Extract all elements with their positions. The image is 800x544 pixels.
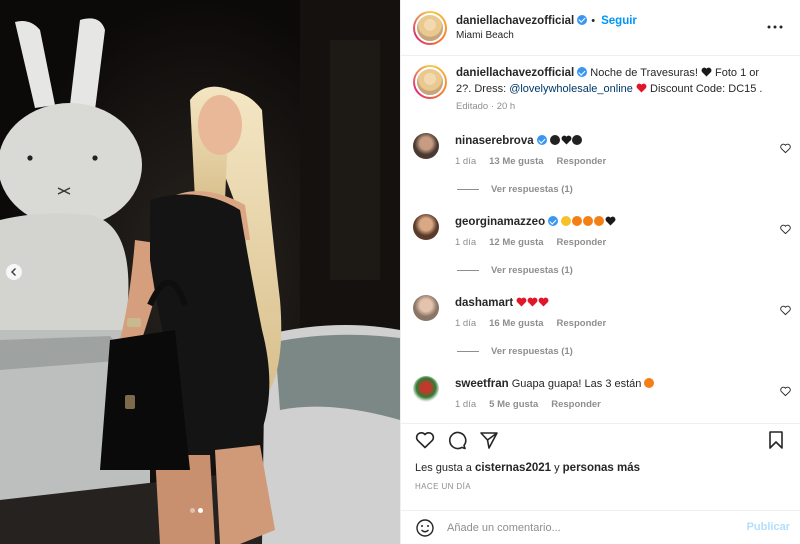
follow-button[interactable]: Seguir xyxy=(601,15,637,27)
likes-prefix: Les gusta a xyxy=(415,462,475,474)
photo-scene xyxy=(0,0,400,544)
comment-likes-count[interactable]: 12 Me gusta xyxy=(489,235,543,251)
red-heart-icon xyxy=(527,297,538,307)
commenter-username[interactable]: georginamazzeo xyxy=(455,216,545,228)
red-heart-icon xyxy=(516,297,527,307)
carousel-dot xyxy=(190,508,195,513)
smiley-icon[interactable] xyxy=(415,518,435,538)
fire-icon xyxy=(644,378,655,388)
comment-item: georginamazzeo 1 día 12 Me gusta Respond… xyxy=(413,214,793,276)
black-heart-icon xyxy=(701,67,712,77)
verified-icon xyxy=(577,67,588,77)
heart-eyes-icon xyxy=(561,216,572,226)
post-photo[interactable] xyxy=(0,0,400,544)
comment-item: sweetfran Guapa guapa! Las 3 están 1 día… xyxy=(413,376,793,413)
post-side-panel: daniellachavezofficial • Seguir Miami Beac… xyxy=(400,0,800,544)
chevron-left-icon xyxy=(10,267,17,277)
black-heart-icon xyxy=(561,135,572,145)
edited-label: Editado xyxy=(456,101,489,112)
comment-like-heart-icon[interactable] xyxy=(780,305,791,316)
prev-slide-button[interactable] xyxy=(6,264,22,280)
carousel-dot-active xyxy=(198,508,203,513)
commenter-avatar[interactable] xyxy=(413,133,439,159)
comment-item: ninaserebrova 1 día 13 Me gusta Responde… xyxy=(413,133,793,195)
caption-part: Discount Code: DC15 . xyxy=(646,83,763,95)
bookmark-icon[interactable] xyxy=(766,430,786,450)
commenter-username[interactable]: dashamart xyxy=(455,297,513,309)
fire-icon xyxy=(572,216,583,226)
comment-meta: 1 día 13 Me gusta Responder xyxy=(455,154,765,170)
commenter-username[interactable]: ninaserebrova xyxy=(455,135,534,147)
carousel-dots xyxy=(190,508,203,513)
verified-icon xyxy=(577,14,588,25)
view-replies-button[interactable]: Ver respuestas (1) xyxy=(457,346,793,357)
commenter-avatar[interactable] xyxy=(413,376,439,402)
commenter-avatar[interactable] xyxy=(413,214,439,240)
heart-icon[interactable] xyxy=(415,430,435,450)
black-heart-icon xyxy=(605,216,616,226)
comment-icon[interactable] xyxy=(447,430,467,450)
commenter-username[interactable]: sweetfran xyxy=(455,378,509,390)
caption-mention-link[interactable]: @lovelywholesale_online xyxy=(509,83,633,95)
commenter-avatar[interactable] xyxy=(413,295,439,321)
fire-icon xyxy=(583,216,594,226)
comment-input[interactable] xyxy=(447,521,737,534)
likes-others-button[interactable]: personas más xyxy=(563,462,640,474)
bomb-icon xyxy=(571,135,582,145)
caption-time: 20 h xyxy=(496,101,516,112)
comment-like-heart-icon[interactable] xyxy=(780,224,791,235)
send-icon[interactable] xyxy=(479,430,499,450)
caption-username[interactable]: daniellachavezofficial xyxy=(456,67,574,79)
bomb-icon xyxy=(549,135,560,145)
comment-likes-count[interactable]: 16 Me gusta xyxy=(489,316,543,332)
author-username[interactable]: daniellachavezofficial xyxy=(456,15,574,27)
post-actions: Les gusta a cisternas2021 y personas más… xyxy=(401,423,800,495)
post-modal: daniellachavezofficial • Seguir Miami Beac… xyxy=(0,0,800,544)
comment-like-heart-icon[interactable] xyxy=(780,386,791,397)
comment-meta: 1 día 16 Me gusta Responder xyxy=(455,316,765,332)
caption-text: daniellachavezofficial Noche de Travesur… xyxy=(456,65,776,115)
likes-mid: y xyxy=(551,462,563,474)
red-heart-icon xyxy=(538,297,549,307)
caption-part: Noche de Travesuras! xyxy=(587,67,701,79)
view-replies-label: Ver respuestas (1) xyxy=(491,265,573,276)
caption-avatar[interactable] xyxy=(413,65,447,99)
comment-like-heart-icon[interactable] xyxy=(780,143,791,154)
likes-summary: Les gusta a cisternas2021 y personas más xyxy=(415,462,640,474)
reply-button[interactable]: Responder xyxy=(557,235,607,251)
comment-likes-count[interactable]: 13 Me gusta xyxy=(489,154,543,170)
view-replies-label: Ver respuestas (1) xyxy=(491,184,573,195)
post-time: HACE UN DÍA xyxy=(415,482,471,491)
view-replies-button[interactable]: Ver respuestas (1) xyxy=(457,184,793,195)
fire-icon xyxy=(594,216,605,226)
comment-meta: 1 día 5 Me gusta Responder xyxy=(455,397,765,413)
comment-meta: 1 día 12 Me gusta Responder xyxy=(455,235,765,251)
caption-meta: Editado · 20 h xyxy=(456,101,516,112)
reply-button[interactable]: Responder xyxy=(551,397,601,413)
location-link[interactable]: Miami Beach xyxy=(456,30,637,41)
more-horizontal-icon[interactable] xyxy=(766,18,784,36)
post-header: daniellachavezofficial • Seguir Miami Beac… xyxy=(401,0,800,56)
comment-likes-count[interactable]: 5 Me gusta xyxy=(489,397,538,413)
comment-age: 1 día xyxy=(455,156,477,167)
view-replies-label: Ver respuestas (1) xyxy=(491,346,573,357)
author-avatar[interactable] xyxy=(413,10,447,45)
view-replies-button[interactable]: Ver respuestas (1) xyxy=(457,265,793,276)
reply-button[interactable]: Responder xyxy=(557,154,607,170)
red-heart-icon xyxy=(636,83,647,93)
comment-composer: Publicar xyxy=(401,510,800,544)
comment-item: dashamart 1 día 16 Me gusta Responder Ve… xyxy=(413,295,793,357)
verified-icon xyxy=(536,135,547,145)
comment-age: 1 día xyxy=(455,318,477,329)
likes-username[interactable]: cisternas2021 xyxy=(475,462,551,474)
verified-icon xyxy=(548,216,559,226)
comment-text: Guapa guapa! Las 3 están xyxy=(511,378,645,390)
reply-button[interactable]: Responder xyxy=(557,316,607,332)
comment-age: 1 día xyxy=(455,399,477,410)
caption: daniellachavezofficial Noche de Travesur… xyxy=(413,65,788,115)
separator: • xyxy=(591,14,596,27)
comments-list[interactable]: daniellachavezofficial Noche de Travesur… xyxy=(401,57,800,423)
comment-age: 1 día xyxy=(455,237,477,248)
publish-button[interactable]: Publicar xyxy=(747,521,790,533)
